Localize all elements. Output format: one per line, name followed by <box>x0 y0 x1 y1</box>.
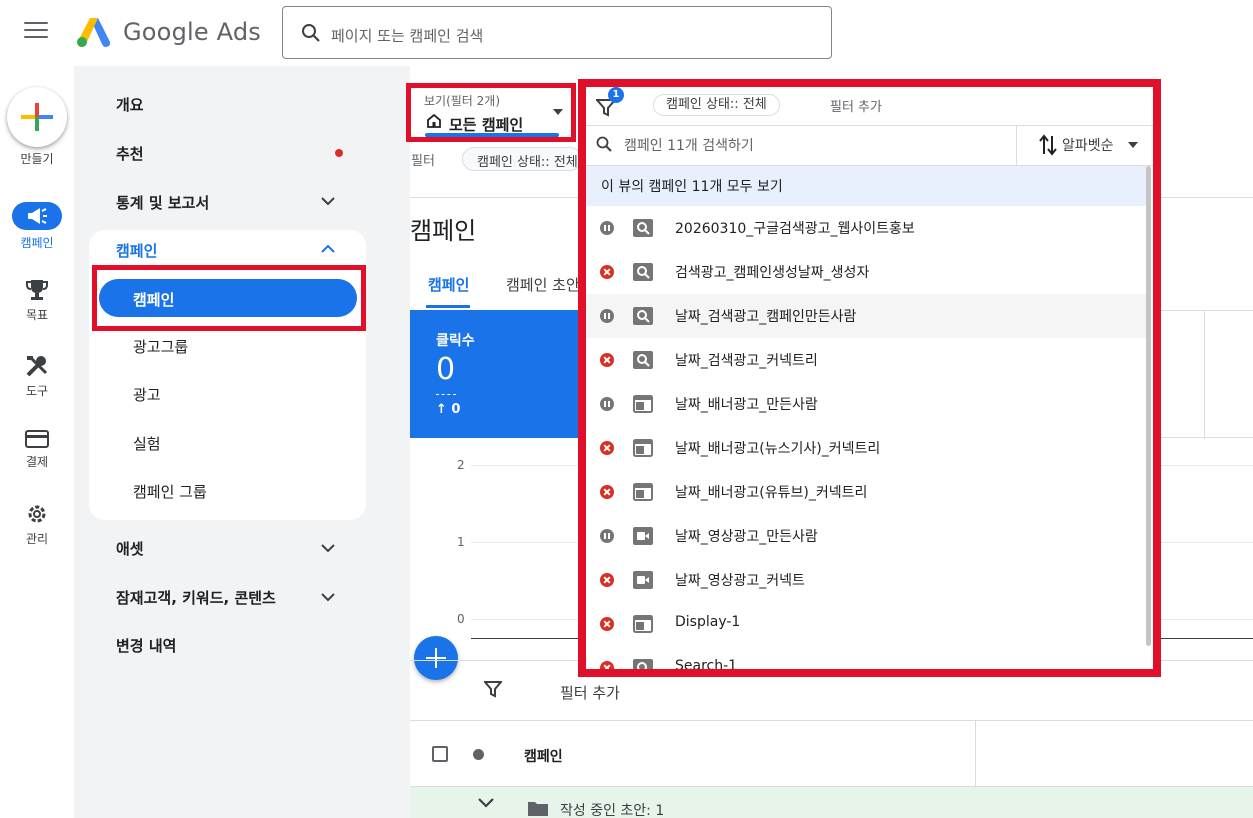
rail-item-admin[interactable]: 관리 <box>0 502 74 547</box>
rail-item-tools[interactable]: 도구 <box>0 354 74 399</box>
chevron-down-icon[interactable] <box>320 543 336 553</box>
rail-label-admin: 관리 <box>25 532 49 546</box>
nav-sub-adgroups[interactable]: 광고그룹 <box>133 336 188 357</box>
chevron-down-icon[interactable] <box>477 798 495 808</box>
highlight-box-nav <box>92 265 366 331</box>
top-bar: Google Ads 페이지 또는 캠페인 검색 <box>0 0 1253 66</box>
global-search-input[interactable]: 페이지 또는 캠페인 검색 <box>282 6 832 59</box>
nav-sub-campaign-groups[interactable]: 캠페인 그룹 <box>133 481 207 502</box>
left-rail: 만들기 캠페인 목표 도구 결제 관리 <box>0 66 74 818</box>
metric-label: 클릭수 <box>436 333 475 349</box>
brand-name: Google Ads <box>123 18 261 46</box>
metric-dash <box>436 394 456 395</box>
rail-label-goals: 목표 <box>25 308 49 322</box>
chart-ytick: 1 <box>457 535 465 549</box>
chevron-up-icon[interactable] <box>320 244 336 254</box>
menu-icon[interactable] <box>24 22 48 42</box>
filter-chip[interactable]: 캠페인 상태:: 전체 <box>462 147 582 171</box>
nav-section-campaigns[interactable]: 캠페인 <box>116 240 157 261</box>
nav-item-reports[interactable]: 통계 및 보고서 <box>116 192 209 213</box>
rail-label-billing: 결제 <box>25 455 49 469</box>
metric-delta: ↑ 0 <box>436 402 461 417</box>
tools-icon <box>26 355 48 377</box>
nav-item-assets[interactable]: 애셋 <box>116 538 144 559</box>
draft-count: 작성 중인 초안: 1 <box>560 803 665 818</box>
metric-card-placeholder <box>1152 310 1253 439</box>
rail-item-campaigns[interactable]: 캠페인 <box>0 202 74 251</box>
filter-chip-text: 캠페인 상태:: 전체 <box>477 155 578 170</box>
rail-label-tools: 도구 <box>25 384 49 398</box>
tab-campaigns[interactable]: 캠페인 <box>428 274 469 295</box>
select-all-checkbox[interactable] <box>432 746 448 762</box>
add-filter-button[interactable]: 필터 추가 <box>560 682 620 703</box>
search-placeholder: 페이지 또는 캠페인 검색 <box>331 27 484 45</box>
google-ads-logo <box>77 18 111 47</box>
metric-value: 0 <box>436 352 456 387</box>
metric-card-clicks[interactable]: 클릭수 0 ↑ 0 <box>410 310 582 438</box>
chevron-down-icon[interactable] <box>320 196 336 206</box>
gear-icon <box>28 505 46 523</box>
filter-icon[interactable] <box>484 680 502 698</box>
create-label: 만들기 <box>20 152 54 166</box>
search-icon <box>302 24 320 42</box>
add-campaign-button[interactable] <box>414 636 458 680</box>
nav-sub-ads[interactable]: 광고 <box>133 384 161 405</box>
nav-item-change-history[interactable]: 변경 내역 <box>116 635 176 656</box>
rail-label-campaigns: 캠페인 <box>20 236 54 250</box>
plus-icon <box>21 103 53 131</box>
create-button[interactable] <box>7 87 67 147</box>
table-header-border <box>410 720 1253 721</box>
column-header-campaign[interactable]: 캠페인 <box>524 746 563 766</box>
nav-item-audiences[interactable]: 잠재고객, 키워드, 콘텐츠 <box>116 587 276 608</box>
nav-item-recommendations[interactable]: 추천 <box>116 143 144 164</box>
page-title: 캠페인 <box>410 217 477 245</box>
highlight-box-view <box>406 83 576 142</box>
credit-card-icon <box>25 430 49 448</box>
folder-icon <box>528 802 548 816</box>
rail-item-billing[interactable]: 결제 <box>0 429 74 470</box>
notification-dot <box>335 149 343 157</box>
chevron-down-icon[interactable] <box>320 592 336 602</box>
highlight-box-panel <box>578 79 1161 677</box>
tab-campaign-drafts[interactable]: 캠페인 초안 <box>506 274 580 295</box>
tab-active-indicator <box>426 305 470 308</box>
trophy-icon <box>26 280 48 300</box>
rail-item-goals[interactable]: 목표 <box>0 278 74 323</box>
nav-sub-experiments[interactable]: 실험 <box>133 433 161 454</box>
nav-item-overview[interactable]: 개요 <box>116 94 144 115</box>
status-column-icon <box>473 749 484 760</box>
megaphone-icon <box>28 208 47 224</box>
filter-label: 필터 <box>411 154 435 169</box>
chart-ytick: 2 <box>457 458 465 472</box>
chart-ytick: 0 <box>457 612 465 626</box>
